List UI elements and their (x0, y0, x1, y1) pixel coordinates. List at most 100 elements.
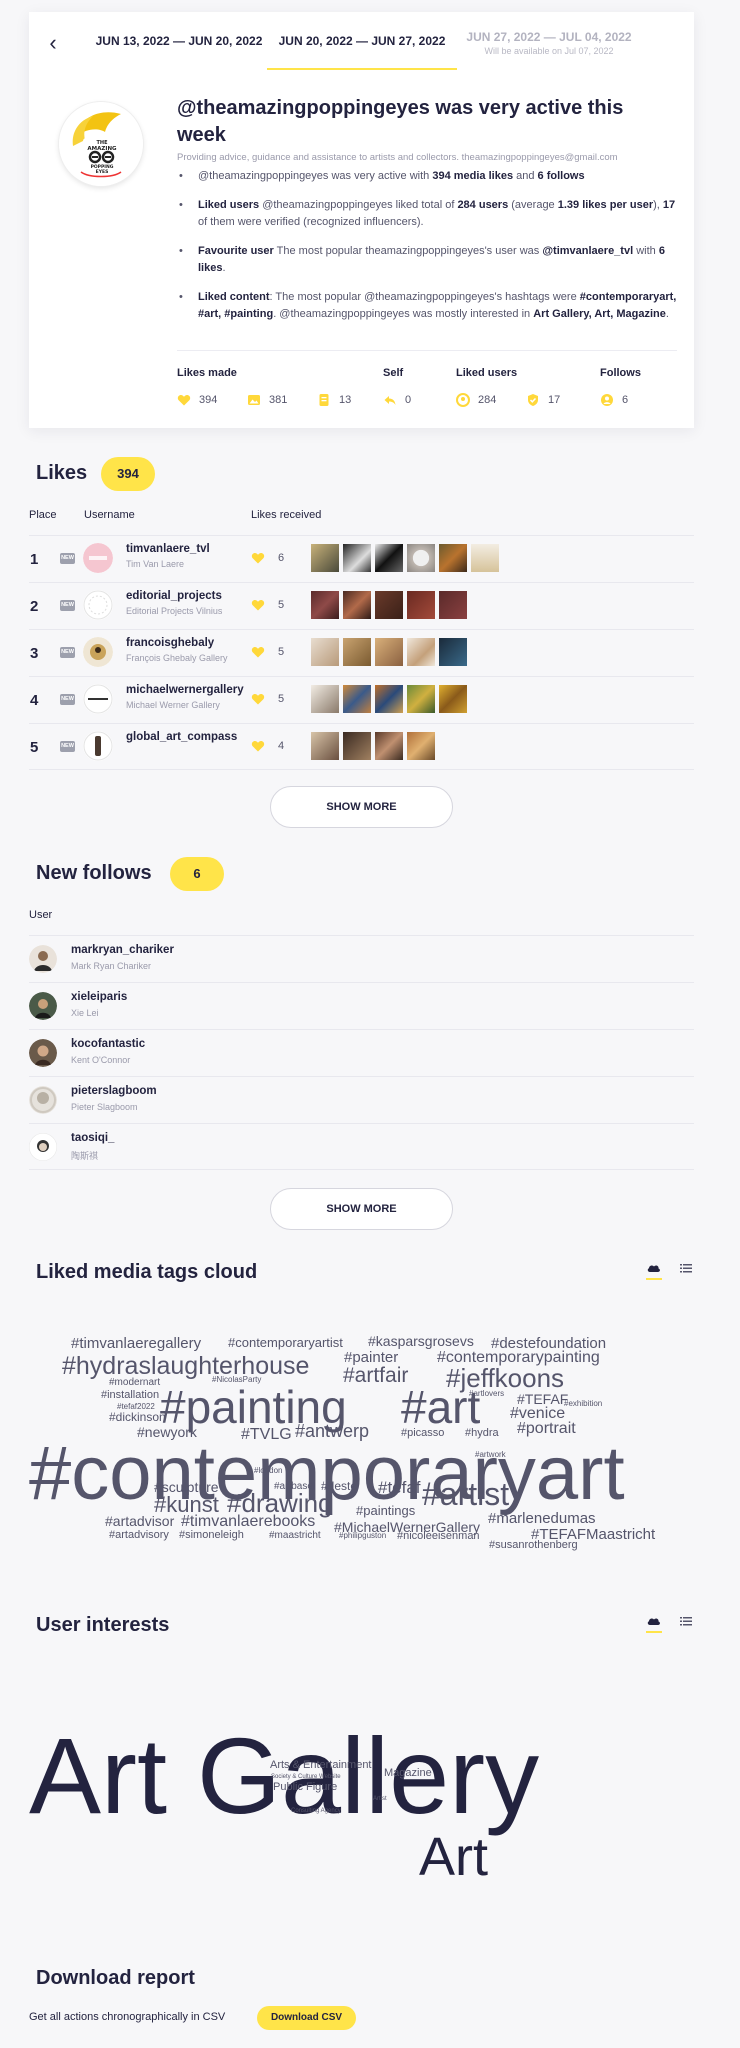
interest-tag[interactable]: Artist (373, 1796, 387, 1802)
stat-self-label: Self (383, 367, 404, 379)
media-thumb[interactable] (375, 732, 403, 760)
follow-row[interactable]: xieleiparis Xie Lei (29, 982, 694, 1029)
media-thumb[interactable] (343, 591, 371, 619)
cloud-view-toggle[interactable] (646, 1613, 662, 1633)
row-username[interactable]: kocofantastic (71, 1038, 145, 1050)
interest-tag[interactable]: Magazine (384, 1768, 432, 1779)
row-username[interactable]: markryan_chariker (71, 944, 174, 956)
avatar[interactable] (29, 945, 57, 973)
media-thumb[interactable] (407, 638, 435, 666)
avatar[interactable] (29, 1039, 57, 1067)
media-thumb[interactable] (311, 591, 339, 619)
cloud-tag[interactable]: #tefaf (378, 1479, 421, 1496)
avatar[interactable] (83, 590, 113, 620)
row-username[interactable]: xieleiparis (71, 991, 127, 1003)
likes-row[interactable]: 2 NEW editorial_projects Editorial Proje… (29, 582, 694, 629)
cloud-tag[interactable]: #hydraslaughterhouse (62, 1354, 309, 1379)
cloud-tag[interactable]: #marlenedumas (488, 1511, 596, 1526)
cloud-view-toggle[interactable] (646, 1260, 662, 1280)
likes-row[interactable]: 1 NEW timvanlaere_tvl Tim Van Laere 6 (29, 535, 694, 582)
media-thumb[interactable] (375, 591, 403, 619)
interest-tag[interactable]: Consulting Agency (291, 1808, 341, 1814)
media-thumb[interactable] (311, 732, 339, 760)
media-thumb[interactable] (407, 685, 435, 713)
cloud-tag[interactable]: #artwork (475, 1451, 506, 1459)
interest-tag[interactable]: Art (419, 1830, 488, 1884)
cloud-tag[interactable]: #artlovers (469, 1390, 504, 1398)
media-thumb[interactable] (375, 544, 403, 572)
follow-row[interactable]: markryan_chariker Mark Ryan Chariker (29, 935, 694, 982)
download-csv-button[interactable]: Download CSV (257, 2006, 356, 2030)
tab-week-jun20[interactable]: JUN 20, 2022 — JUN 27, 2022 (267, 34, 457, 70)
cloud-tag[interactable]: #susanrothenberg (489, 1540, 578, 1551)
back-arrow-icon[interactable]: ‹ (41, 32, 65, 56)
cloud-tag[interactable]: #TEFAF (517, 1392, 568, 1406)
media-thumb[interactable] (375, 685, 403, 713)
media-thumb[interactable] (407, 591, 435, 619)
cloud-tag[interactable]: #timvanlaerebooks (181, 1514, 315, 1530)
likes-row[interactable]: 5 NEW global_art_compass 4 (29, 723, 694, 770)
avatar[interactable] (29, 1133, 57, 1161)
row-username[interactable]: michaelwernergallery (126, 684, 244, 696)
avatar[interactable] (83, 684, 113, 714)
media-thumb[interactable] (439, 544, 467, 572)
row-username[interactable]: pieterslagboom (71, 1085, 157, 1097)
follow-row[interactable]: kocofantastic Kent O'Connor (29, 1029, 694, 1076)
cloud-tag[interactable]: #kasparsgrosevs (368, 1334, 474, 1348)
cloud-tag[interactable]: #maastricht (269, 1531, 321, 1541)
media-thumb[interactable] (439, 638, 467, 666)
tab-week-jun13[interactable]: JUN 13, 2022 — JUN 20, 2022 (84, 34, 274, 48)
row-username[interactable]: global_art_compass (126, 731, 237, 743)
cloud-tag[interactable]: #exhibition (564, 1400, 602, 1408)
media-thumb[interactable] (407, 732, 435, 760)
cloud-tag[interactable]: #paintings (356, 1504, 415, 1517)
media-thumb[interactable] (343, 544, 371, 572)
media-thumb[interactable] (311, 544, 339, 572)
media-thumb[interactable] (343, 638, 371, 666)
cloud-tag[interactable]: #philipguston (339, 1532, 386, 1540)
media-thumb[interactable] (343, 685, 371, 713)
avatar[interactable] (29, 1086, 57, 1114)
follow-row[interactable]: pieterslagboom Pieter Slagboom (29, 1076, 694, 1123)
likes-show-more-button[interactable]: SHOW MORE (270, 786, 453, 828)
avatar[interactable] (83, 543, 113, 573)
interest-tag[interactable]: Society & Culture Website (271, 1774, 341, 1780)
list-view-toggle[interactable] (678, 1613, 694, 1633)
cloud-tag[interactable]: #artadvisory (109, 1530, 169, 1541)
cloud-tag[interactable]: #simoneleigh (179, 1530, 244, 1541)
interest-tag[interactable]: Public Figure (273, 1782, 337, 1793)
likes-row[interactable]: 4 NEW michaelwernergallery Michael Werne… (29, 676, 694, 723)
likes-row[interactable]: 3 NEW francoisghebaly François Ghebaly G… (29, 629, 694, 676)
media-thumb[interactable] (407, 544, 435, 572)
media-thumb[interactable] (375, 638, 403, 666)
follow-row[interactable]: taosiqi_ 陶斯祺 (29, 1123, 694, 1170)
cloud-tag[interactable]: #dickinson (109, 1411, 166, 1423)
cloud-tag[interactable]: #painter (344, 1350, 398, 1365)
cloud-tag[interactable]: #timvanlaeregallery (71, 1336, 201, 1351)
media-thumb[interactable] (311, 685, 339, 713)
interest-tag[interactable]: Arts & Entertainment (270, 1760, 372, 1771)
cloud-tag[interactable]: #contemporaryartist (228, 1336, 343, 1349)
cloud-tag[interactable]: #london (254, 1467, 282, 1475)
avatar[interactable] (83, 637, 113, 667)
media-thumb[interactable] (471, 544, 499, 572)
list-view-toggle[interactable] (678, 1260, 694, 1280)
avatar[interactable] (29, 992, 57, 1020)
cloud-tag[interactable]: #nicoleeisenman (397, 1531, 480, 1542)
row-username[interactable]: taosiqi_ (71, 1132, 114, 1144)
follows-show-more-button[interactable]: SHOW MORE (270, 1188, 453, 1230)
row-username[interactable]: editorial_projects (126, 590, 222, 602)
cloud-tag[interactable]: #artadvisor (105, 1514, 174, 1528)
cloud-tag[interactable]: #installation (101, 1390, 159, 1401)
avatar[interactable] (83, 731, 113, 761)
row-username[interactable]: timvanlaere_tvl (126, 543, 210, 555)
media-thumb[interactable] (439, 591, 467, 619)
cloud-tag[interactable]: #artist (422, 1478, 509, 1510)
media-thumb[interactable] (439, 685, 467, 713)
cloud-tag[interactable]: #modernart (109, 1378, 160, 1388)
media-thumb[interactable] (343, 732, 371, 760)
row-real-name: Mark Ryan Chariker (71, 961, 152, 971)
cloud-tag[interactable]: #artfair (343, 1365, 408, 1386)
row-username[interactable]: francoisghebaly (126, 637, 214, 649)
media-thumb[interactable] (311, 638, 339, 666)
